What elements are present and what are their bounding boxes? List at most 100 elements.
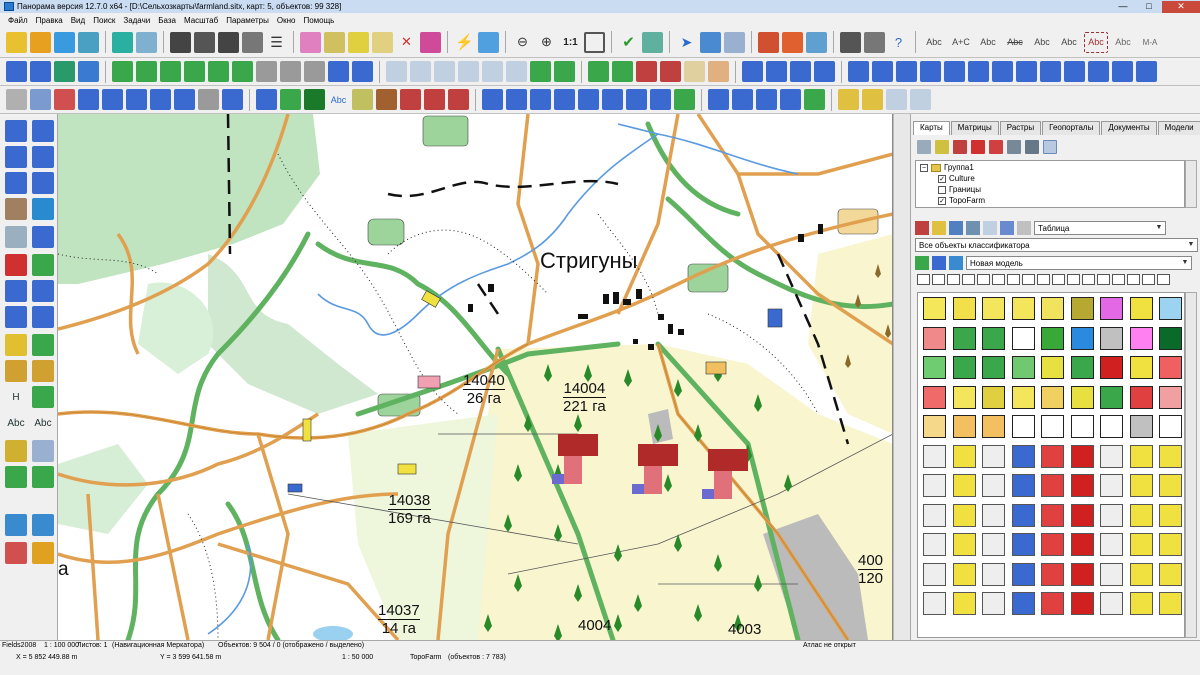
snap-1-icon[interactable] [482, 89, 503, 110]
palette-symbol-icon[interactable] [1011, 533, 1035, 556]
palette-swatch[interactable] [1041, 385, 1064, 409]
left-curve-icon[interactable] [32, 306, 54, 328]
palette-swatch[interactable] [923, 297, 946, 320]
geom-5-icon[interactable] [944, 61, 965, 82]
grid-2-icon[interactable] [554, 61, 575, 82]
type-point-icon[interactable] [962, 274, 975, 285]
left-ruler-2-icon[interactable] [32, 360, 54, 382]
left-pen-4-icon[interactable] [32, 146, 54, 168]
redraw-icon[interactable] [478, 31, 499, 53]
palette-symbol-icon[interactable] [1041, 562, 1064, 586]
palette-swatch[interactable] [1011, 326, 1035, 350]
type-media-icon[interactable] [1052, 274, 1065, 285]
pen-tool-icon[interactable] [150, 89, 171, 110]
left-label-1-icon[interactable]: Abc [5, 412, 27, 434]
palette-swatch[interactable] [1070, 385, 1094, 409]
route-3-icon[interactable] [756, 89, 777, 110]
remove-map-icon[interactable] [953, 140, 967, 154]
palette-symbol-icon[interactable] [982, 474, 1005, 497]
spline-3-icon[interactable] [790, 61, 811, 82]
menu-search[interactable]: Поиск [89, 16, 119, 25]
palette-symbol-icon[interactable] [1041, 533, 1064, 556]
palette-swatch[interactable] [923, 356, 946, 379]
left-label-2-icon[interactable]: Abc [32, 412, 54, 434]
binoculars-next-icon[interactable] [242, 31, 263, 53]
map-vertical-scrollbar[interactable] [893, 114, 910, 640]
route-1-icon[interactable] [708, 89, 729, 110]
left-zoom-icon[interactable] [32, 440, 54, 462]
palette-symbol-icon[interactable] [1100, 503, 1123, 527]
menu-scale[interactable]: Масштаб [180, 16, 222, 25]
left-erase-icon[interactable] [32, 254, 54, 276]
palette-symbol-icon[interactable] [952, 503, 976, 527]
palette-swatch[interactable] [1129, 356, 1153, 379]
block-tool-icon[interactable] [102, 89, 123, 110]
pencil-select-icon[interactable] [324, 31, 345, 53]
palette-symbol-icon[interactable] [1070, 474, 1094, 497]
type-tile-icon[interactable] [1082, 274, 1095, 285]
erase-1-icon[interactable] [684, 61, 705, 82]
text-style-8-icon[interactable]: Abc [1111, 31, 1135, 53]
palette-symbol-icon[interactable] [923, 533, 946, 556]
left-pen-1-icon[interactable] [5, 120, 27, 142]
palette-symbol-icon[interactable] [1041, 592, 1064, 615]
palette-swatch[interactable] [1129, 415, 1153, 438]
text-style-5-icon[interactable]: Abc [1030, 31, 1054, 53]
table-icon[interactable] [983, 221, 997, 235]
binoculars-area-icon[interactable] [218, 31, 239, 53]
snap-6-icon[interactable] [602, 89, 623, 110]
rectangle-icon[interactable] [54, 89, 75, 110]
palette-symbol-icon[interactable] [923, 444, 946, 468]
left-pen-3-icon[interactable] [5, 146, 27, 168]
merge-4-icon[interactable] [660, 61, 681, 82]
route-4-icon[interactable] [780, 89, 801, 110]
left-camera-icon[interactable] [5, 542, 27, 564]
add-map-icon[interactable] [917, 140, 931, 154]
menu-database[interactable]: База [154, 16, 180, 25]
layers-icon[interactable] [112, 31, 133, 53]
arc-tool-icon[interactable] [222, 89, 243, 110]
menu-window[interactable]: Окно [273, 16, 300, 25]
transform-3-icon[interactable] [448, 89, 469, 110]
type-all-icon[interactable] [917, 274, 930, 285]
close-map-icon[interactable] [971, 140, 985, 154]
palette-swatch[interactable] [1041, 297, 1064, 320]
cut-4-icon[interactable] [458, 61, 479, 82]
cut-3-icon[interactable] [434, 61, 455, 82]
edit-points-1-icon[interactable] [112, 61, 133, 82]
palette-symbol-icon[interactable] [923, 562, 946, 586]
palette-symbol-icon[interactable] [1011, 592, 1035, 615]
refresh-map-icon[interactable] [989, 140, 1003, 154]
model-add-icon[interactable] [915, 256, 929, 270]
tab-geoportals[interactable]: Геопорталы [1042, 121, 1101, 135]
palette-symbol-icon[interactable] [923, 474, 946, 497]
edit-text-2-icon[interactable] [280, 61, 301, 82]
route-5-icon[interactable] [804, 89, 825, 110]
type-template-icon[interactable] [1007, 274, 1020, 285]
menu-help[interactable]: Помощь [299, 16, 338, 25]
palette-swatch[interactable] [1011, 385, 1035, 409]
draw-polyline-icon[interactable] [30, 61, 51, 82]
erase-2-icon[interactable] [708, 61, 729, 82]
palette-swatch[interactable] [1011, 415, 1035, 438]
binoculars-search-icon[interactable] [170, 31, 191, 53]
vector-arrow-icon[interactable] [376, 89, 397, 110]
type-symbol-icon[interactable] [1127, 274, 1140, 285]
left-pen-6-icon[interactable] [32, 172, 54, 194]
layer-checkbox[interactable] [938, 185, 946, 194]
edit-points-2-icon[interactable] [136, 61, 157, 82]
palette-swatch[interactable] [1159, 385, 1182, 409]
left-grid-icon[interactable] [5, 466, 27, 488]
merge-1-icon[interactable] [588, 61, 609, 82]
left-symbol-icon[interactable] [5, 440, 27, 462]
merge-3-icon[interactable] [636, 61, 657, 82]
left-compass-icon[interactable] [5, 198, 27, 220]
help-pointer-icon[interactable]: ? [888, 31, 909, 53]
type-hatch-icon[interactable] [1142, 274, 1155, 285]
palette-swatch[interactable] [952, 326, 976, 350]
palette-symbol-icon[interactable] [1159, 562, 1182, 586]
edit-text-3-icon[interactable] [304, 61, 325, 82]
zoom-out-icon[interactable]: ⊖ [512, 31, 533, 53]
type-graph-icon[interactable] [1037, 274, 1050, 285]
print-icon[interactable] [840, 31, 861, 53]
